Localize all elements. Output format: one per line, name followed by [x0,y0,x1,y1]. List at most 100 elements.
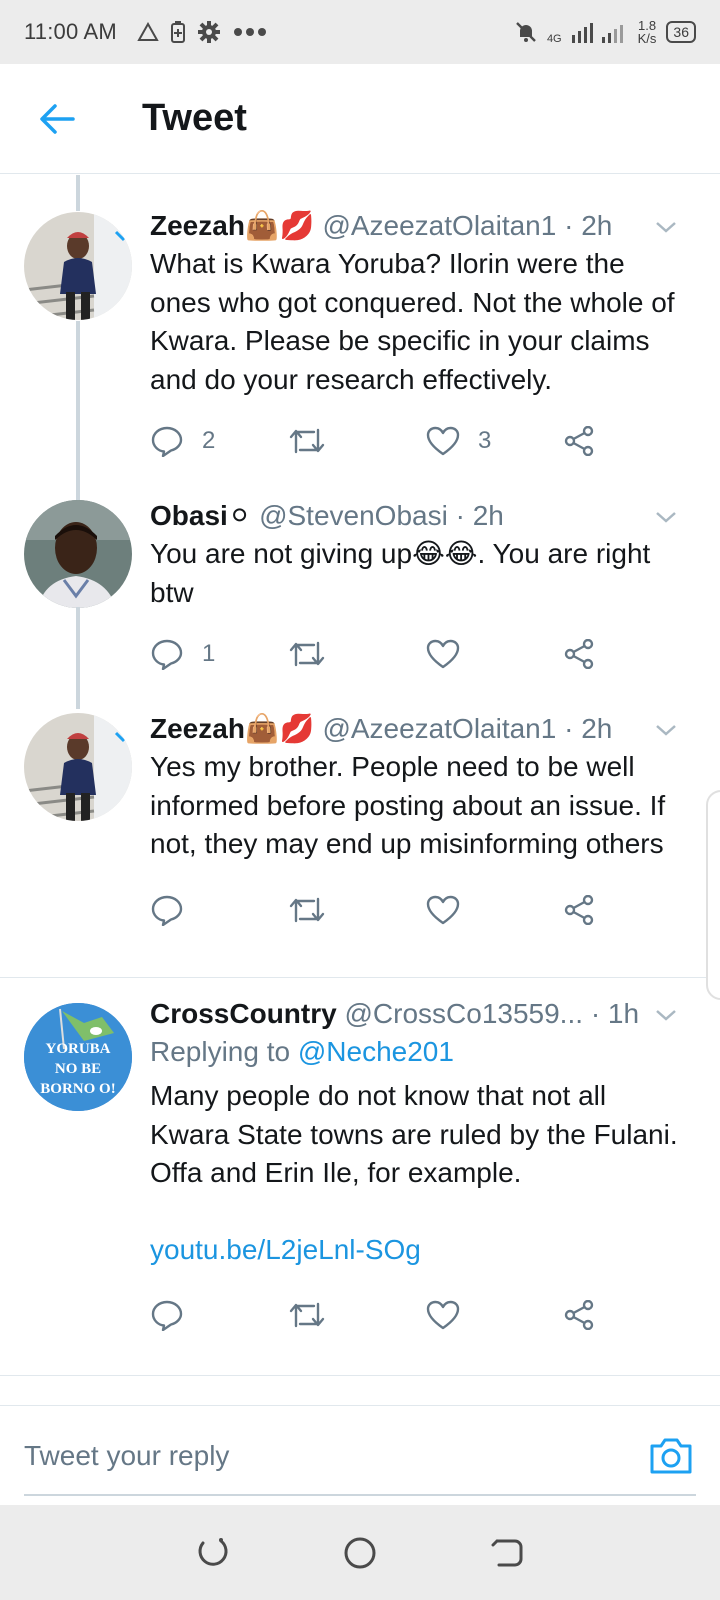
like-button[interactable] [426,1300,564,1330]
speech-bubble-icon [151,426,183,457]
user-handle[interactable]: @AzeezatOlaitan1 [322,713,556,744]
display-name[interactable]: CrossCountry [150,998,337,1029]
reply-count: 2 [202,427,216,454]
tweet[interactable]: Zeezah👜💋 @AzeezatOlaitan1 · 2h What is K… [0,207,720,501]
network-speed: 1.8 K/s [637,18,657,46]
camera-button[interactable] [648,1436,696,1480]
chevron-down-icon[interactable] [654,505,678,529]
divider [0,1375,720,1376]
battery-indicator: 36 [666,21,696,43]
display-name[interactable]: Zeezah👜💋 [150,210,315,241]
settings-gear-icon [197,21,220,43]
home-button[interactable] [338,1531,382,1575]
share-icon [564,639,594,669]
recents-button[interactable] [191,1531,235,1575]
tweet-text: You are not giving up😂😂. You are right b… [150,538,651,608]
status-bar: 11:00 AM 4G 1.8 K/s 36 [0,0,720,64]
retweet-icon [289,1302,325,1328]
tweet[interactable]: YORUBA NO BE BORNO O! CrossCountry @Cros… [0,995,720,1350]
warning-icon [137,22,159,41]
user-handle[interactable]: @AzeezatOlaitan1 [322,210,556,241]
top-app-bar: Tweet [0,64,720,174]
tweet[interactable]: Obasi⚪ @StevenObasi · 2h You are not giv… [0,497,720,709]
share-icon [564,426,594,456]
input-underline [24,1494,696,1496]
display-name[interactable]: Obasi⚪ [150,500,251,531]
back-nav-icon [491,1539,523,1566]
mention-link[interactable]: @Neche201 [298,1036,454,1067]
divider [0,977,720,978]
back-nav-button[interactable] [485,1531,529,1575]
like-button[interactable]: 3 [426,426,564,456]
chevron-down-icon[interactable] [654,1003,678,1027]
tweet-header: CrossCountry @CrossCo13559... · 1h [150,995,680,1033]
avatar[interactable] [24,500,132,608]
timestamp: · 2h [564,713,613,744]
share-icon [564,894,594,925]
tweet-text: Yes my brother. People need to be well i… [150,751,666,859]
more-notifications-icon [233,28,266,36]
reply-composer [0,1405,720,1505]
camera-icon [650,1438,692,1474]
timestamp: · 1h [590,998,640,1029]
share-button[interactable] [564,894,596,925]
share-button[interactable] [564,426,596,456]
url-link[interactable]: youtu.be/L2jeLnl-SOg [150,1231,680,1270]
replying-to: Replying to @Neche201 [150,1036,454,1067]
battery-saver-icon [170,21,185,43]
network-type: 4G [546,33,562,45]
avatar[interactable]: YORUBA NO BE BORNO O! [24,1003,132,1111]
tweet-actions [150,1295,680,1335]
heart-icon [426,895,460,924]
arrow-left-icon [40,103,75,134]
thread-connector [76,175,80,211]
retweet-button[interactable] [288,895,426,925]
like-button[interactable] [426,639,564,669]
user-handle[interactable]: @StevenObasi [259,500,448,531]
retweet-icon [289,641,325,667]
reply-count: 1 [202,640,216,667]
heart-icon [426,1300,460,1330]
share-icon [564,1300,594,1330]
display-name[interactable]: Zeezah👜💋 [150,713,315,744]
tweet-header: Zeezah👜💋 @AzeezatOlaitan1 · 2h [150,207,680,245]
reply-input[interactable] [24,1426,584,1486]
speech-bubble-icon [151,895,183,926]
tweet[interactable]: Zeezah👜💋 @AzeezatOlaitan1 · 2h Yes my br… [0,710,720,975]
page-title: Tweet [142,97,247,139]
retweet-button[interactable] [288,1300,426,1330]
user-handle[interactable]: @CrossCo13559... [344,998,583,1029]
retweet-button[interactable] [288,639,426,669]
status-time: 11:00 AM [24,19,117,44]
chevron-down-icon[interactable] [654,215,678,239]
recents-icon [198,1537,228,1566]
reply-button[interactable] [150,1299,288,1331]
speech-bubble-icon [151,1300,183,1331]
reply-thread[interactable]: Zeezah👜💋 @AzeezatOlaitan1 · 2h What is K… [0,175,720,1405]
thread-connector [76,607,80,709]
tweet-text: What is Kwara Yoruba? Ilorin were the on… [150,248,675,395]
thread-connector [76,321,80,501]
like-button[interactable] [426,895,564,925]
tweet-header: Obasi⚪ @StevenObasi · 2h [150,497,680,535]
reply-button[interactable] [150,894,288,926]
system-nav-bar [0,1505,720,1600]
heart-icon [426,639,460,669]
chevron-down-icon[interactable] [654,718,678,742]
home-circle-icon [344,1537,376,1568]
tweet-actions [150,890,680,930]
reply-button[interactable]: 1 [150,638,288,670]
tweet-text: Many people do not know that not all Kwa… [150,1080,678,1188]
avatar[interactable] [24,212,132,320]
share-button[interactable] [564,1300,596,1330]
timestamp: · 2h [564,210,613,241]
back-button[interactable] [22,84,92,154]
avatar[interactable] [24,713,132,821]
reply-button[interactable]: 2 [150,425,288,457]
retweet-button[interactable] [288,426,426,456]
edge-scroll-handle[interactable] [706,790,720,1000]
like-count: 3 [478,427,492,454]
share-button[interactable] [564,639,596,669]
tweet-actions: 1 [150,634,680,674]
tweet-header: Zeezah👜💋 @AzeezatOlaitan1 · 2h [150,710,680,748]
